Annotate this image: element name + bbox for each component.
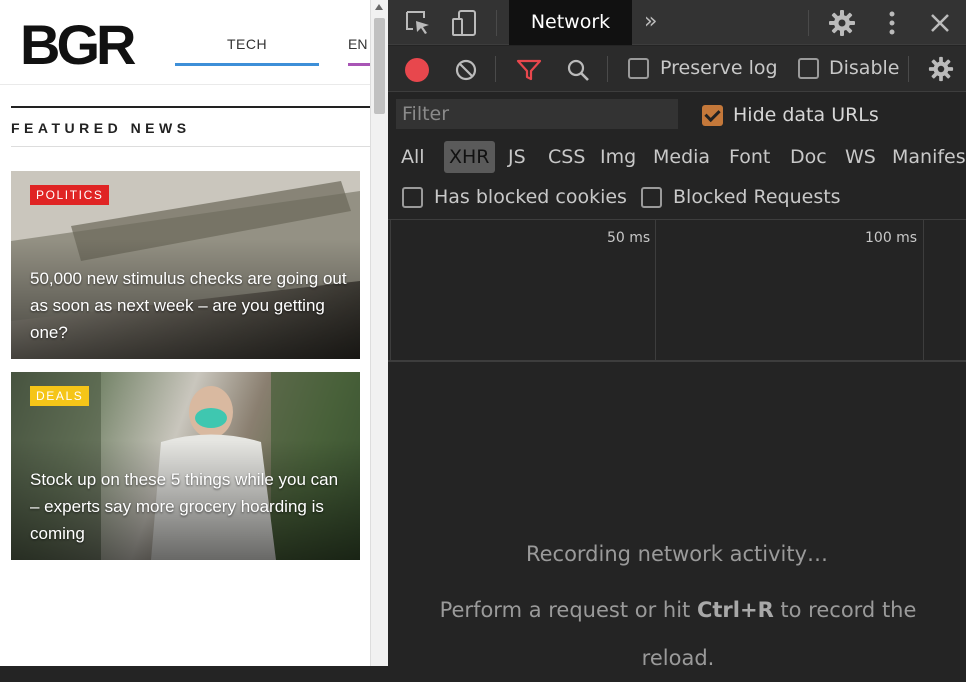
card-headline[interactable]: 50,000 new stimulus checks are going out… [30, 265, 352, 346]
network-overview-timeline[interactable]: 50 ms 100 ms [388, 219, 966, 362]
type-filter-xhr[interactable]: XHR [444, 141, 495, 173]
type-filter-doc[interactable]: Doc [785, 141, 832, 173]
clear-icon[interactable] [454, 58, 478, 82]
toolbar-separator [496, 10, 497, 36]
has-blocked-cookies-label[interactable]: Has blocked cookies [434, 186, 627, 208]
toolbar-separator [495, 56, 496, 82]
header-divider [0, 84, 370, 85]
network-settings-gear-icon[interactable] [928, 56, 954, 82]
type-filter-manifest[interactable]: Manifest [887, 141, 966, 173]
scroll-thumb[interactable] [374, 18, 385, 114]
toolbar-separator [808, 10, 809, 36]
record-icon[interactable] [405, 58, 429, 82]
type-filter-font[interactable]: Font [724, 141, 775, 173]
gear-icon[interactable] [828, 9, 856, 37]
disable-cache-checkbox[interactable] [798, 58, 819, 79]
section-title: FEATURED NEWS [11, 120, 191, 136]
nav-tab-tech[interactable]: TECH [175, 36, 319, 66]
timeline-tick-label: 100 ms [865, 230, 918, 246]
hint-shortcut: Ctrl+R [696, 598, 774, 622]
svg-text:BGR: BGR [20, 18, 136, 70]
devtools-panel: Network » Preserve log Disable Filter Hi… [388, 0, 966, 670]
timeline-tick-label: 50 ms [607, 230, 651, 246]
type-filter-js[interactable]: JS [503, 141, 531, 173]
type-filter-ws[interactable]: WS [840, 141, 881, 173]
timeline-gridline [655, 220, 656, 362]
close-icon[interactable] [926, 9, 954, 37]
card-headline[interactable]: Stock up on these 5 things while you can… [30, 466, 352, 547]
device-toolbar-icon[interactable] [450, 9, 478, 37]
type-filter-img[interactable]: Img [595, 141, 641, 173]
type-filter-css[interactable]: CSS [543, 141, 590, 173]
category-badge[interactable]: DEALS [30, 386, 90, 406]
reload-hint-text: Perform a request or hit Ctrl+R to recor… [418, 586, 938, 682]
hide-data-urls-label[interactable]: Hide data URLs [733, 104, 879, 126]
blocked-requests-checkbox[interactable] [641, 187, 662, 208]
scroll-up-arrow-icon[interactable] [375, 4, 383, 10]
search-icon[interactable] [566, 58, 590, 82]
toolbar-separator [908, 56, 909, 82]
network-toolbar: Preserve log Disable [388, 46, 966, 92]
hint-prefix: Perform a request or hit [439, 598, 697, 622]
chevrons-right-icon[interactable]: » [644, 10, 657, 34]
devtools-tabbar: Network » [388, 0, 966, 45]
news-card[interactable]: POLITICS 50,000 new stimulus checks are … [11, 171, 360, 359]
more-options-icon[interactable] [878, 9, 906, 37]
blocked-filters-row: Has blocked cookies Blocked Requests [388, 178, 966, 218]
disable-cache-label[interactable]: Disable [829, 57, 899, 79]
tab-network[interactable]: Network [509, 0, 632, 45]
filter-input[interactable] [396, 99, 678, 129]
section-rule [11, 106, 370, 108]
timeline-gridline [923, 220, 924, 362]
section-divider [11, 146, 370, 147]
category-badge[interactable]: POLITICS [30, 185, 110, 205]
nav-tab-entertainment[interactable]: EN [348, 36, 370, 66]
preserve-log-checkbox[interactable] [628, 58, 649, 79]
inspect-element-icon[interactable] [404, 9, 432, 37]
type-filter-media[interactable]: Media [648, 141, 715, 173]
filter-icon[interactable] [516, 59, 542, 81]
timeline-gridline [390, 220, 391, 362]
preserve-log-label[interactable]: Preserve log [660, 57, 778, 79]
type-filter-all[interactable]: All [396, 141, 430, 173]
site-scrollbar[interactable] [370, 0, 388, 666]
website-pane: BGR TECH EN FEATURED NEWS POLITICS 50,00… [0, 0, 370, 666]
recording-status-text: Recording network activity… [525, 542, 829, 566]
filter-row: Hide data URLs [388, 93, 966, 137]
resource-type-filters: All XHR JS CSS Img Media Font Doc WS Man… [388, 137, 966, 177]
hide-data-urls-checkbox[interactable] [702, 105, 723, 126]
has-blocked-cookies-checkbox[interactable] [402, 187, 423, 208]
news-card[interactable]: DEALS Stock up on these 5 things while y… [11, 372, 360, 560]
toolbar-separator [607, 56, 608, 82]
blocked-requests-label[interactable]: Blocked Requests [673, 186, 841, 208]
bgr-logo[interactable]: BGR [20, 18, 138, 70]
